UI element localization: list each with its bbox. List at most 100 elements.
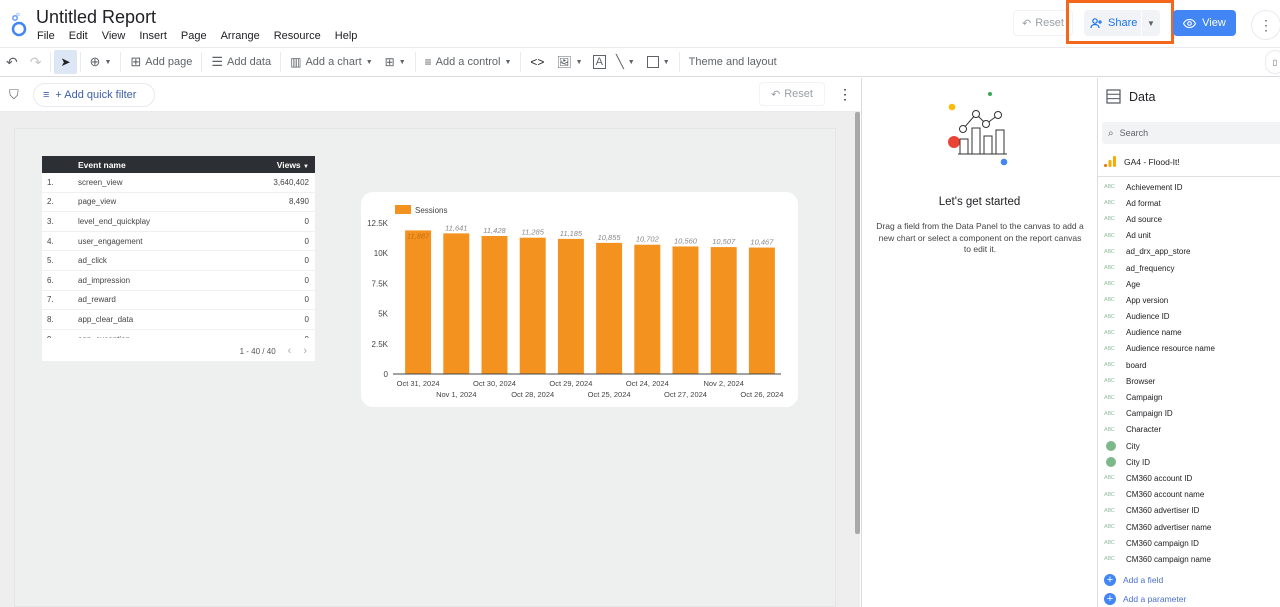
more-options-icon[interactable]: ⋮	[1251, 10, 1280, 40]
y-tick-label: 2.5K	[372, 340, 389, 349]
event-name-cell: ad_click	[78, 256, 107, 266]
data-source-item[interactable]: GA4 - Flood-It!	[1104, 156, 1180, 167]
menu-resource[interactable]: Resource	[274, 30, 321, 42]
table-row[interactable]: 8. app_clear_data 0	[42, 310, 315, 330]
add-quick-filter-button[interactable]: ≡ + Add quick filter	[33, 83, 155, 107]
view-button[interactable]: View	[1173, 10, 1236, 36]
table-row[interactable]: 3. level_end_quickplay 0	[42, 212, 315, 232]
bar-data-label: 10,855	[598, 233, 622, 242]
menu-file[interactable]: File	[37, 30, 55, 42]
field-item[interactable]: ABC Campaign ID	[1104, 406, 1280, 422]
table-header: Event name Views ▼	[42, 156, 315, 173]
field-item[interactable]: ABC Character	[1104, 422, 1280, 438]
header-event-name[interactable]: Event name	[78, 160, 225, 170]
add-parameter-button[interactable]: + Add a parameter	[1104, 593, 1186, 605]
field-item[interactable]: ABC Audience resource name	[1104, 341, 1280, 357]
field-item[interactable]: City	[1104, 438, 1280, 454]
field-item[interactable]: ABC CM360 campaign name	[1104, 551, 1280, 567]
bar-data-label: 11,641	[445, 223, 467, 232]
table-row[interactable]: 4. user_engagement 0	[42, 232, 315, 252]
canvas-reset-button[interactable]: ↶ Reset	[759, 82, 825, 106]
bar	[748, 247, 775, 374]
menu-arrange[interactable]: Arrange	[221, 30, 260, 42]
line-button[interactable]: ╲ ▼	[610, 50, 641, 74]
community-viz-button[interactable]: ⊞ ▼	[379, 50, 412, 74]
field-item[interactable]: ABC Browser	[1104, 373, 1280, 389]
prev-page-icon[interactable]: ‹	[288, 345, 292, 357]
zoom-button[interactable]: ⊕ ▼	[84, 50, 118, 74]
field-item[interactable]: ABC CM360 advertiser ID	[1104, 503, 1280, 519]
events-table[interactable]: Event name Views ▼ 1. screen_view 3,640,40…	[42, 156, 315, 361]
menu-edit[interactable]: Edit	[69, 30, 88, 42]
field-item[interactable]: ABC Ad format	[1104, 195, 1280, 211]
table-row[interactable]: 1. screen_view 3,640,402	[42, 173, 315, 193]
undo-icon[interactable]: ↶	[0, 50, 24, 74]
menu-insert[interactable]: Insert	[139, 30, 167, 42]
add-data-button[interactable]: ☰ Add data	[205, 50, 277, 74]
looker-studio-logo[interactable]	[8, 12, 30, 38]
field-name: CM360 advertiser name	[1126, 522, 1212, 532]
get-started-title: Let's get started	[938, 196, 1021, 208]
field-item[interactable]: ABC CM360 account ID	[1104, 470, 1280, 486]
divider	[120, 52, 122, 72]
reset-button[interactable]: ↶ Reset	[1013, 10, 1073, 36]
views-cell: 0	[304, 295, 309, 305]
header-views-label: Views	[276, 159, 301, 170]
row-index: 3.	[47, 216, 54, 226]
select-cursor-icon[interactable]: ➤	[54, 50, 77, 74]
shape-button[interactable]: ▼	[641, 50, 676, 74]
add-page-icon: ⊞	[130, 54, 142, 69]
header-views[interactable]: Views ▼	[225, 160, 315, 170]
text-box-icon[interactable]: A	[592, 55, 606, 69]
field-item[interactable]: ABC CM360 campaign ID	[1104, 535, 1280, 551]
add-field-button[interactable]: + Add a field	[1104, 574, 1163, 586]
table-row[interactable]: 6. ad_impression 0	[42, 271, 315, 291]
table-row[interactable]: 2. page_view 8,490	[42, 193, 315, 213]
menu-help[interactable]: Help	[335, 30, 358, 42]
filter-funnel-icon[interactable]: ⛉	[9, 87, 19, 103]
caret-down-icon: ▼	[104, 58, 112, 66]
field-search-input[interactable]: ⌕ Search	[1102, 122, 1280, 144]
field-item[interactable]: ABC Age	[1104, 276, 1280, 292]
field-item[interactable]: ABC CM360 account name	[1104, 487, 1280, 503]
field-item[interactable]: ABC board	[1104, 357, 1280, 373]
field-item[interactable]: City ID	[1104, 454, 1280, 470]
field-item[interactable]: ABC Audience name	[1104, 325, 1280, 341]
field-item[interactable]: ABC Ad source	[1104, 211, 1280, 227]
views-cell: 0	[304, 314, 309, 324]
add-page-button[interactable]: ⊞ Add page	[124, 50, 198, 74]
canvas-more-options-icon[interactable]: ⋮	[838, 86, 852, 103]
table-pagination: 1 - 40 / 40 ‹ ›	[42, 341, 315, 361]
field-item[interactable]: ABC Ad unit	[1104, 228, 1280, 244]
theme-layout-button[interactable]: Theme and layout	[683, 50, 783, 74]
report-title[interactable]: Untitled Report	[36, 7, 156, 28]
field-item[interactable]: ABC CM360 advertiser name	[1104, 519, 1280, 535]
add-chart-button[interactable]: ▥ Add a chart ▼	[284, 50, 379, 74]
field-item[interactable]: ABC Achievement ID	[1104, 179, 1280, 195]
views-cell: 0	[304, 216, 309, 226]
add-chart-icon: ▥	[290, 55, 302, 69]
field-item[interactable]: ABC ad_drx_app_store	[1104, 244, 1280, 260]
redo-icon[interactable]: ↷	[24, 50, 48, 74]
menu-page[interactable]: Page	[181, 30, 207, 42]
field-item[interactable]: ABC ad_frequency	[1104, 260, 1280, 276]
x-tick-label: Oct 29, 2024	[549, 379, 592, 388]
field-item[interactable]: ABC App version	[1104, 292, 1280, 308]
globe-icon	[1106, 457, 1116, 468]
canvas-scrollbar[interactable]	[855, 112, 860, 534]
add-control-button[interactable]: ≡ Add a control ▼	[419, 50, 518, 74]
panel-toggle-icon[interactable]: ▯	[1265, 50, 1280, 74]
table-row[interactable]: 5. ad_click 0	[42, 251, 315, 271]
image-button[interactable]: 🖼︎ ▼	[550, 50, 588, 74]
legend-swatch	[395, 205, 411, 214]
rectangle-icon	[646, 56, 659, 68]
table-row[interactable]: 7. ad_reward 0	[42, 291, 315, 311]
menu-view[interactable]: View	[102, 30, 126, 42]
bar-data-label: 11,285	[522, 228, 545, 237]
table-row[interactable]: 9.app_exception0	[42, 330, 315, 338]
next-page-icon[interactable]: ›	[303, 345, 307, 357]
embed-code-icon[interactable]: <>	[524, 50, 550, 74]
field-item[interactable]: ABC Campaign	[1104, 389, 1280, 405]
sessions-bar-chart[interactable]: Sessions 0 2.5K 5K 7.5K 10K 12.5K 11,887 Oct 31,…	[361, 192, 798, 407]
field-item[interactable]: ABC Audience ID	[1104, 309, 1280, 325]
